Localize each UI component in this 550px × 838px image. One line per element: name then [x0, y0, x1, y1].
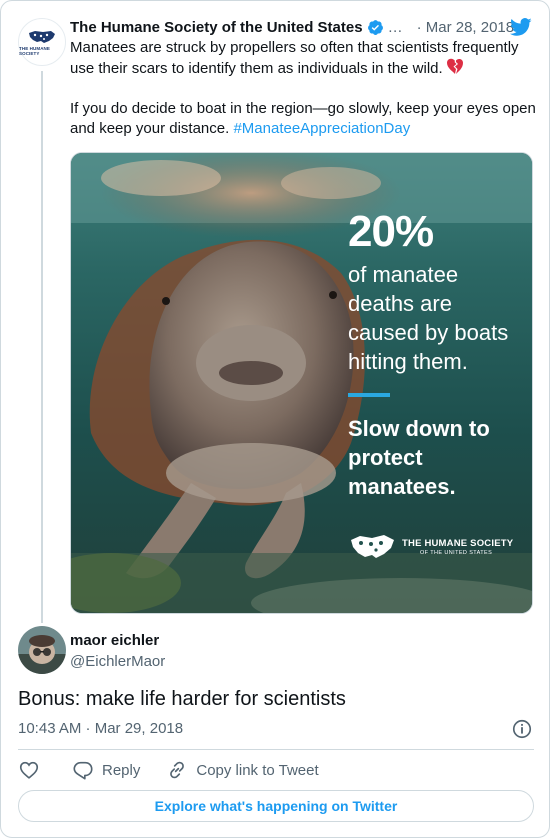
- action-bar: Reply Copy link to Tweet: [18, 758, 319, 782]
- reply-text: Bonus: make life harder for scientists: [18, 688, 346, 710]
- reply-author-handle[interactable]: @EichlerMaor: [70, 653, 165, 670]
- tweet-text: Manatees are struck by propellers so oft…: [70, 38, 540, 139]
- reply-button[interactable]: Reply: [72, 759, 140, 781]
- stat-text: of manatee deaths are caused by boats hi…: [348, 262, 509, 374]
- avatar-photo: [18, 626, 66, 674]
- reply-author-name[interactable]: maor eichler: [70, 632, 159, 649]
- broken-heart-icon: [446, 58, 463, 74]
- tweet-media-image[interactable]: 20% of manatee deaths are caused by boat…: [70, 152, 533, 614]
- reply-label: Reply: [102, 761, 141, 779]
- hsus-logo-icon: [351, 535, 394, 558]
- like-button[interactable]: [18, 759, 44, 781]
- avatar-logo-text: THE HUMANE SOCIETY: [19, 45, 50, 56]
- reply-icon: [73, 761, 93, 780]
- hsus-logo-icon: [29, 30, 55, 43]
- hsus-media-logo: THE HUMANE SOCIETY OF THE UNITED STATES: [348, 527, 518, 567]
- media-overlay-text: 20% of manatee deaths are caused by boat…: [348, 208, 528, 501]
- author-name[interactable]: The Humane Society of the United States: [70, 19, 363, 36]
- divider: [18, 749, 534, 750]
- overlay-divider: [348, 393, 390, 397]
- heart-icon: [19, 761, 39, 779]
- twitter-bird-icon[interactable]: [509, 16, 533, 38]
- reply-avatar[interactable]: [18, 626, 66, 674]
- copy-link-button[interactable]: Copy link to Tweet: [166, 759, 319, 781]
- thread-line: [41, 71, 43, 623]
- explore-twitter-button[interactable]: Explore what's happening on Twitter: [18, 790, 534, 822]
- reply-timestamp[interactable]: 10:43 AM · Mar 29, 2018: [18, 720, 183, 737]
- tweet-embed-card: THE HUMANE SOCIETY The Humane Society of…: [0, 0, 550, 838]
- info-icon[interactable]: [511, 718, 533, 740]
- tweet-header: The Humane Society of the United States …: [70, 17, 540, 37]
- tweet-date[interactable]: · Mar 28, 2018: [417, 19, 515, 36]
- parent-tweet[interactable]: THE HUMANE SOCIETY The Humane Society of…: [1, 1, 549, 623]
- copy-link-label: Copy link to Tweet: [196, 761, 319, 779]
- stat-percent: 20%: [348, 207, 434, 256]
- hashtag-link[interactable]: #ManateeAppreciationDay: [233, 120, 410, 137]
- logo-line2: OF THE UNITED STATES: [420, 550, 493, 556]
- verified-badge-icon: [367, 19, 383, 35]
- author-avatar[interactable]: THE HUMANE SOCIETY: [18, 18, 66, 66]
- logo-line1: THE HUMANE SOCIETY: [402, 538, 514, 549]
- call-to-action: Slow down to protect manatees.: [348, 416, 490, 499]
- header-ellipsis: …: [387, 18, 403, 36]
- link-icon: [170, 761, 185, 779]
